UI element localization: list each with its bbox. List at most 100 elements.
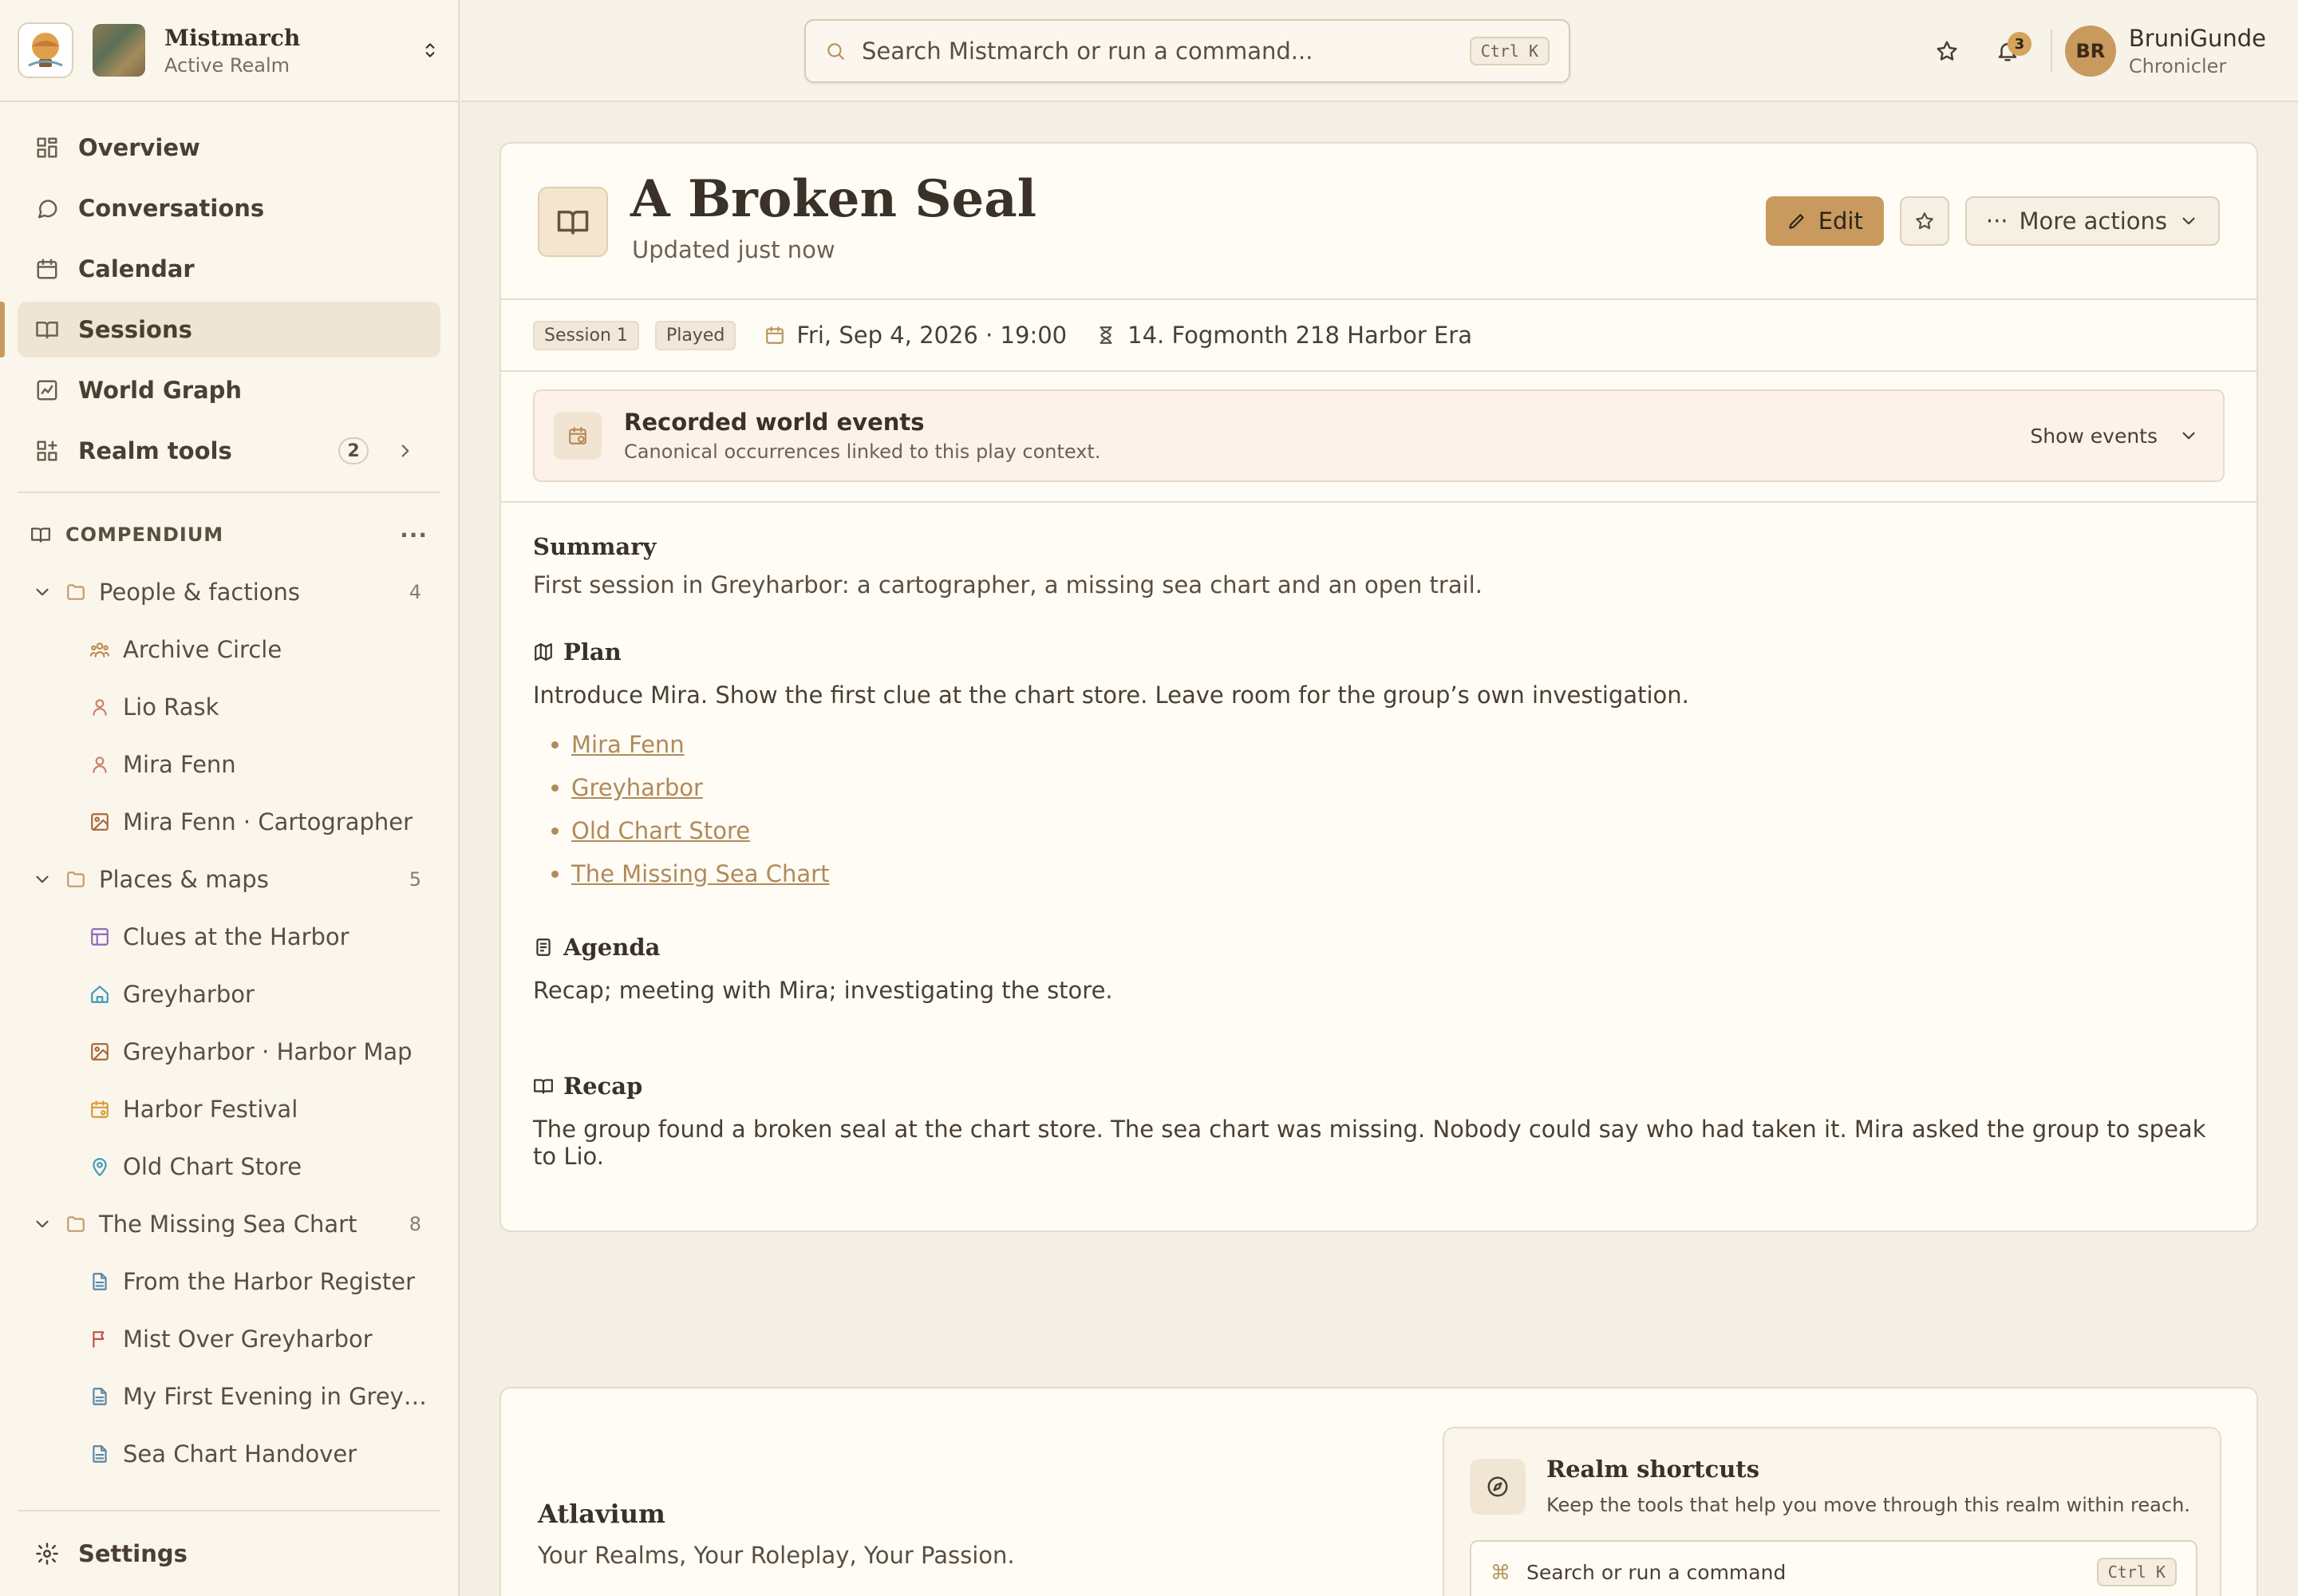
chevron-right-icon[interactable] <box>388 440 423 461</box>
compendium-item[interactable]: Clues at the Harbor <box>0 908 458 966</box>
nav-settings[interactable]: Settings <box>18 1510 440 1596</box>
notification-count: 3 <box>2007 32 2031 56</box>
nav-label: Overview <box>78 134 200 161</box>
event-calendar-icon <box>554 412 602 460</box>
compendium-item[interactable]: Lio Rask <box>0 678 458 736</box>
chevron-down-icon[interactable] <box>32 869 53 890</box>
divider <box>2050 30 2052 73</box>
nav-overview[interactable]: Overview <box>18 120 440 176</box>
session-header: A Broken Seal Updated just now Edit ··· … <box>501 144 2257 300</box>
list-item: The Missing Sea Chart <box>571 860 2225 887</box>
nav-label: World Graph <box>78 377 243 404</box>
session-date: Fri, Sep 4, 2026 · 19:00 <box>764 322 1067 349</box>
folder-label: People & factions <box>99 579 300 606</box>
command-search[interactable]: Search Mistmarch or run a command... Ctr… <box>804 19 1570 83</box>
shortcuts-search-label: Search or run a command <box>1526 1560 1787 1584</box>
status-badge: Played <box>654 320 736 350</box>
command-key-icon: ⌘ <box>1491 1560 1510 1584</box>
user-menu[interactable]: BruniGunde Chronicler <box>2129 25 2266 77</box>
compendium-item[interactable]: From the Harbor Register <box>0 1253 458 1310</box>
item-label: Greyharbor · Harbor Map <box>123 1038 413 1065</box>
session-card: A Broken Seal Updated just now Edit ··· … <box>499 142 2258 1232</box>
agenda-icon <box>536 938 551 956</box>
realm-switcher[interactable]: Mistmarch Active Realm <box>0 0 458 102</box>
compendium-title: COMPENDIUM <box>65 523 224 546</box>
folder-count: 5 <box>409 868 421 891</box>
nav-label: Sessions <box>78 316 192 343</box>
folder-count: 4 <box>409 581 421 603</box>
favorites-button[interactable] <box>1917 21 1977 81</box>
session-number-badge: Session 1 <box>533 320 639 350</box>
nav-calendar[interactable]: Calendar <box>18 241 440 297</box>
page-title: A Broken Seal <box>630 169 1037 229</box>
folder-people-factions[interactable]: People & factions 4 <box>0 563 458 621</box>
folder-missing-sea-chart[interactable]: The Missing Sea Chart 8 <box>0 1195 458 1253</box>
shortcuts-title: Realm shortcuts <box>1546 1456 1760 1483</box>
nav-realm-tools[interactable]: Realm tools 2 <box>18 423 440 479</box>
nav-label: Conversations <box>78 195 265 222</box>
plan-links: Mira Fenn Greyharbor Old Chart Store The… <box>533 731 2225 887</box>
chevron-up-down-icon[interactable] <box>420 40 440 61</box>
nav-sessions[interactable]: Sessions <box>0 302 440 358</box>
agenda-heading: Agenda <box>533 934 2225 961</box>
plan-heading-text: Plan <box>563 638 622 666</box>
compendium-item[interactable]: Mira Fenn <box>0 736 458 793</box>
graph-icon <box>37 380 57 401</box>
location-pin-icon <box>93 1158 107 1176</box>
events-title: Recorded world events <box>624 409 925 436</box>
agenda-heading-text: Agenda <box>563 934 661 961</box>
shortcuts-subtitle: Keep the tools that help you move throug… <box>1546 1494 2190 1516</box>
main-nav: Overview Conversations Calendar Sessions… <box>0 102 458 479</box>
footer-tagline: Your Realms, Your Roleplay, Your Passion… <box>538 1542 1015 1569</box>
edit-button[interactable]: Edit <box>1765 196 1884 246</box>
compass-icon <box>1470 1459 1526 1515</box>
folder-icon <box>67 871 85 887</box>
ellipsis-icon: ··· <box>1985 207 2008 235</box>
list-item: Mira Fenn <box>571 731 2225 758</box>
nav-conversations[interactable]: Conversations <box>18 180 440 236</box>
hourglass-icon <box>1100 326 1112 344</box>
folder-label: Places & maps <box>99 866 269 893</box>
favorite-button[interactable] <box>1899 196 1949 246</box>
world-date: 14. Fogmonth 218 Harbor Era <box>1096 322 1472 349</box>
compendium-item[interactable]: My First Evening in Grey… <box>0 1368 458 1425</box>
link-old-chart-store[interactable]: Old Chart Store <box>571 817 750 844</box>
search-icon <box>827 43 844 60</box>
user-name: BruniGunde <box>2128 25 2266 52</box>
more-icon[interactable]: ··· <box>400 522 428 548</box>
compendium-item[interactable]: Mira Fenn · Cartographer <box>0 793 458 851</box>
show-events-button[interactable]: Show events <box>2030 425 2204 448</box>
folder-label: The Missing Sea Chart <box>99 1211 357 1238</box>
more-actions-label: More actions <box>2019 207 2167 235</box>
show-events-label: Show events <box>2030 424 2158 448</box>
nav-world-graph[interactable]: World Graph <box>18 362 440 418</box>
link-greyharbor[interactable]: Greyharbor <box>571 774 703 801</box>
avatar[interactable]: BR <box>2064 26 2116 77</box>
compendium-item[interactable]: Greyharbor · Harbor Map <box>0 1023 458 1080</box>
settings-label: Settings <box>78 1540 188 1567</box>
calendar-icon <box>766 326 784 344</box>
link-missing-sea-chart[interactable]: The Missing Sea Chart <box>571 860 829 887</box>
chevron-down-icon[interactable] <box>32 582 53 602</box>
folder-places-maps[interactable]: Places & maps 5 <box>0 851 458 908</box>
user-role: Chronicler <box>2128 55 2227 77</box>
agenda-text: Recap; meeting with Mira; investigating … <box>533 977 1113 1004</box>
world-date-text: 14. Fogmonth 218 Harbor Era <box>1127 322 1472 349</box>
more-actions-button[interactable]: ··· More actions <box>1964 196 2220 246</box>
shortcuts-search[interactable]: ⌘ Search or run a command Ctrl K <box>1470 1540 2197 1596</box>
session-meta: Session 1 Played Fri, Sep 4, 2026 · 19:0… <box>501 300 2257 372</box>
compendium-item[interactable]: Greyharbor <box>0 966 458 1023</box>
notifications-button[interactable]: 3 <box>1977 21 2038 81</box>
summary-heading: Summary <box>533 533 2225 560</box>
link-mira-fenn[interactable]: Mira Fenn <box>571 731 685 758</box>
chevron-down-icon[interactable] <box>32 1214 53 1235</box>
compendium-item[interactable]: Mist Over Greyharbor <box>0 1310 458 1368</box>
person-icon <box>93 757 107 773</box>
compendium-item[interactable]: Harbor Festival <box>0 1080 458 1138</box>
compendium-item[interactable]: Sea Chart Handover <box>0 1425 458 1483</box>
session-body: Summary First session in Greyharbor: a c… <box>501 503 2257 1200</box>
recorded-events-panel: Recorded world events Canonical occurren… <box>533 389 2225 482</box>
compendium-item[interactable]: Archive Circle <box>0 621 458 678</box>
book-icon <box>557 211 589 235</box>
compendium-item[interactable]: Old Chart Store <box>0 1138 458 1195</box>
